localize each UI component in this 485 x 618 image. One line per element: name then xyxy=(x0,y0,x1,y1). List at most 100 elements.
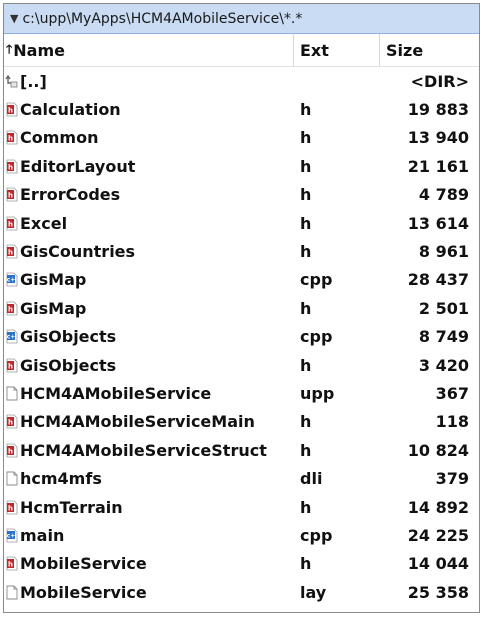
file-name-cell: hcm4mfs xyxy=(4,469,294,488)
file-name: HcmTerrain xyxy=(20,497,123,517)
file-name: MobileService xyxy=(20,554,147,574)
chevron-down-icon[interactable]: ▼ xyxy=(10,12,18,25)
column-header-size[interactable]: Size xyxy=(380,34,479,66)
file-ext: h xyxy=(300,185,312,205)
file-ext: h xyxy=(300,440,312,460)
header-file-icon: h xyxy=(5,130,20,145)
file-row[interactable]: h EditorLayout h 21 161 xyxy=(4,152,479,180)
file-ext: h xyxy=(300,156,312,176)
column-header-name[interactable]: 🡑 Name xyxy=(4,34,294,66)
file-name-cell: c+ GisObjects xyxy=(4,327,294,346)
column-header-ext[interactable]: Ext xyxy=(294,34,380,66)
file-size: 379 xyxy=(435,469,469,489)
file-row[interactable]: h GisObjects h 3 420 xyxy=(4,351,479,379)
file-name: GisMap xyxy=(20,298,87,318)
header-file-icon: h xyxy=(5,159,20,174)
file-row[interactable]: c+ GisObjects cpp 8 749 xyxy=(4,323,479,351)
file-row[interactable]: h MobileService h 14 044 xyxy=(4,550,479,578)
file-size: 367 xyxy=(435,383,469,403)
file-name-cell: h Common xyxy=(4,128,294,147)
svg-text:h: h xyxy=(8,107,13,115)
file-name-cell: h GisObjects xyxy=(4,356,294,375)
svg-text:h: h xyxy=(8,447,13,455)
svg-text:h: h xyxy=(8,419,13,427)
file-row[interactable]: h HCM4AMobileServiceMain h 118 xyxy=(4,408,479,436)
header-file-icon: h xyxy=(5,187,20,202)
file-name-cell: c+ GisMap xyxy=(4,270,294,289)
file-name: ErrorCodes xyxy=(20,185,121,205)
file-name: GisCountries xyxy=(20,242,136,262)
file-name: hcm4mfs xyxy=(20,469,102,489)
svg-text:h: h xyxy=(8,163,13,171)
file-name-cell: h HCM4AMobileServiceStruct xyxy=(4,441,294,460)
file-size: 8 961 xyxy=(418,242,469,262)
file-name: HCM4AMobileServiceMain xyxy=(20,412,255,432)
file-size: 4 789 xyxy=(418,185,469,205)
blank-file-icon xyxy=(5,471,20,486)
file-row[interactable]: h HCM4AMobileServiceStruct h 10 824 xyxy=(4,436,479,464)
file-size: 118 xyxy=(435,412,469,432)
file-size: 14 892 xyxy=(407,497,469,517)
file-ext: h xyxy=(300,298,312,318)
file-name-cell: h HCM4AMobileServiceMain xyxy=(4,412,294,431)
file-size: 8 749 xyxy=(418,327,469,347)
svg-text:h: h xyxy=(8,220,13,228)
file-row[interactable]: MobileService lay 25 358 xyxy=(4,578,479,606)
file-name-cell: h GisMap xyxy=(4,299,294,318)
svg-text:h: h xyxy=(8,362,13,370)
file-size: <DIR> xyxy=(410,71,469,91)
file-row[interactable]: h Excel h 13 614 xyxy=(4,209,479,237)
file-name: GisObjects xyxy=(20,355,117,375)
file-panel: ▼ c:\upp\MyApps\HCM4AMobileService\*.* 🡑… xyxy=(3,3,480,613)
blank-file-icon xyxy=(5,585,20,600)
file-size: 21 161 xyxy=(407,156,469,176)
header-file-icon: h xyxy=(5,556,20,571)
file-row[interactable]: h GisMap h 2 501 xyxy=(4,294,479,322)
file-name: GisObjects xyxy=(20,327,117,347)
header-file-icon: h xyxy=(5,500,20,515)
file-row[interactable]: h GisCountries h 8 961 xyxy=(4,237,479,265)
svg-text:c+: c+ xyxy=(7,334,16,341)
file-name: HCM4AMobileService xyxy=(20,383,212,403)
file-row[interactable]: [..] <DIR> xyxy=(4,67,479,95)
file-row[interactable]: HCM4AMobileService upp 367 xyxy=(4,379,479,407)
header-file-icon: h xyxy=(5,443,20,458)
file-name-cell: h GisCountries xyxy=(4,242,294,261)
file-name: EditorLayout xyxy=(20,156,136,176)
file-row[interactable]: h Common h 13 940 xyxy=(4,124,479,152)
file-row[interactable]: c+ main cpp 24 225 xyxy=(4,521,479,549)
file-name-cell: MobileService xyxy=(4,583,294,602)
file-ext: cpp xyxy=(300,327,333,347)
file-row[interactable]: hcm4mfs dli 379 xyxy=(4,464,479,492)
file-row[interactable]: c+ GisMap cpp 28 437 xyxy=(4,266,479,294)
file-ext: h xyxy=(300,213,312,233)
file-name: main xyxy=(20,525,65,545)
svg-text:h: h xyxy=(8,192,13,200)
file-row[interactable]: h ErrorCodes h 4 789 xyxy=(4,181,479,209)
file-size: 3 420 xyxy=(418,355,469,375)
current-path: c:\upp\MyApps\HCM4AMobileService\*.* xyxy=(22,10,303,27)
path-bar[interactable]: ▼ c:\upp\MyApps\HCM4AMobileService\*.* xyxy=(4,4,479,34)
file-name: Calculation xyxy=(20,100,121,120)
file-size: 25 358 xyxy=(407,582,469,602)
column-header: 🡑 Name Ext Size xyxy=(4,34,479,67)
sort-up-arrow-icon: 🡑 xyxy=(6,41,13,56)
blank-file-icon xyxy=(5,386,20,401)
file-name-cell: h EditorLayout xyxy=(4,157,294,176)
svg-text:h: h xyxy=(8,135,13,143)
file-row[interactable]: h HcmTerrain h 14 892 xyxy=(4,493,479,521)
file-name: MobileService xyxy=(20,582,147,602)
file-ext: h xyxy=(300,100,312,120)
svg-text:h: h xyxy=(8,561,13,569)
file-size: 19 883 xyxy=(407,100,469,120)
cpp-file-icon: c+ xyxy=(5,528,20,543)
header-file-icon: h xyxy=(5,414,20,429)
file-size: 24 225 xyxy=(407,525,469,545)
svg-text:h: h xyxy=(8,305,13,313)
file-name-cell: h MobileService xyxy=(4,554,294,573)
header-file-icon: h xyxy=(5,358,20,373)
file-ext: h xyxy=(300,128,312,148)
file-size: 13 614 xyxy=(407,213,469,233)
file-row[interactable]: h Calculation h 19 883 xyxy=(4,95,479,123)
header-file-icon: h xyxy=(5,102,20,117)
